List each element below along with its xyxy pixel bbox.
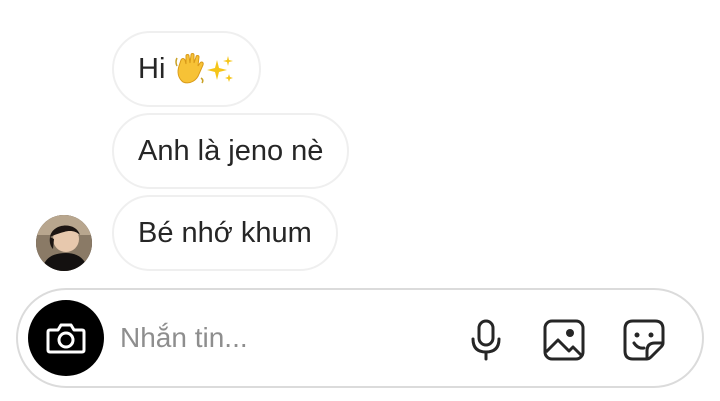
direct-message-thread: Hi Anh là jeno nè Bé nhớ khum Nhắn tin..… (0, 0, 720, 401)
message-text: Bé nhớ khum (138, 216, 312, 249)
wave-sparkle-emoji (175, 52, 235, 86)
message-composer (16, 288, 704, 388)
message-bubble[interactable]: Anh là jeno nè (112, 113, 350, 189)
image-icon (543, 319, 585, 361)
message-bubble[interactable]: Bé nhớ khum (112, 195, 338, 271)
microphone-icon (471, 319, 501, 361)
profile-photo (36, 215, 92, 271)
camera-icon (46, 323, 86, 354)
camera-button[interactable] (28, 300, 104, 376)
voice-message-button[interactable] (462, 316, 510, 364)
avatar[interactable] (36, 215, 92, 271)
sticker-icon (623, 319, 665, 361)
sticker-button[interactable] (620, 316, 668, 364)
message-bubble[interactable]: Hi (112, 31, 262, 107)
message-input[interactable] (120, 314, 440, 362)
gallery-button[interactable] (540, 316, 588, 364)
sparkles-icon (207, 56, 234, 82)
waving-hand-icon (175, 53, 205, 84)
message-text: Anh là jeno nè (138, 134, 324, 167)
message-text: Hi (138, 52, 166, 85)
